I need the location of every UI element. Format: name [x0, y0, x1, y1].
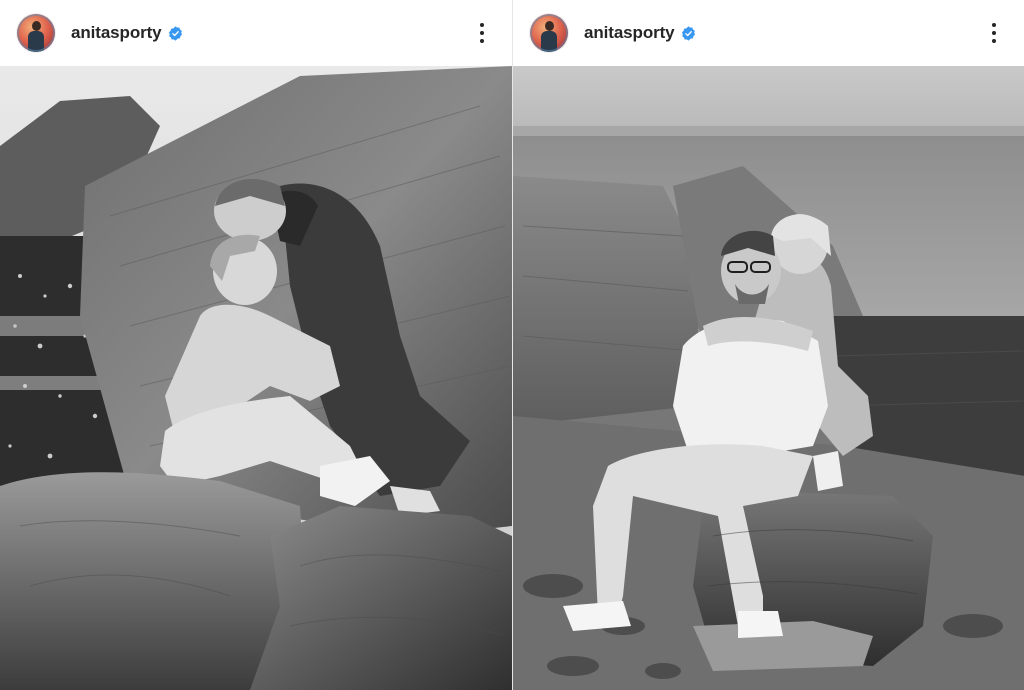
post-right: anitasporty	[512, 0, 1024, 690]
more-options-button[interactable]	[982, 18, 1006, 48]
more-options-icon	[480, 23, 484, 27]
verified-badge-icon	[681, 25, 695, 41]
post-header: anitasporty	[513, 0, 1024, 66]
verified-badge-icon	[168, 25, 182, 41]
post-header: anitasporty	[0, 0, 512, 66]
username-link[interactable]: anitasporty	[71, 23, 162, 43]
username-link[interactable]: anitasporty	[584, 23, 675, 43]
post-photo[interactable]	[0, 66, 512, 690]
photo-couple-on-rock-hug-by-sea	[513, 66, 1024, 690]
more-options-button[interactable]	[470, 18, 494, 48]
post-photo[interactable]	[513, 66, 1024, 690]
avatar[interactable]	[17, 14, 55, 52]
avatar[interactable]	[530, 14, 568, 52]
post-left: anitasporty	[0, 0, 512, 690]
photo-couple-on-rocks-kiss	[0, 66, 512, 690]
more-options-icon	[992, 23, 996, 27]
